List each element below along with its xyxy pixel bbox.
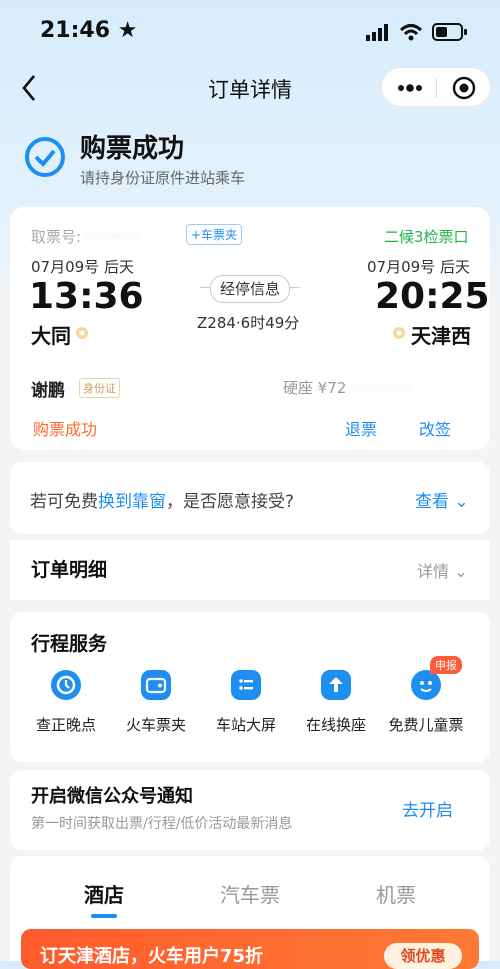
chevron-down-icon: ⌄ <box>454 492 469 512</box>
child-icon <box>411 670 441 700</box>
banner-text: 订天津酒店，火车用户75折 <box>40 946 264 967</box>
train-info: Z284·6时49分 <box>197 314 300 332</box>
depart-time: 13:36 <box>29 276 144 317</box>
close-target-icon[interactable] <box>452 76 476 100</box>
mini-program-capsule <box>381 67 491 107</box>
seat-price-text: 硬座 ¥72 <box>283 379 347 397</box>
service-child-ticket-label: 免费儿童票 <box>388 716 464 734</box>
change-ticket-button[interactable]: 改签 <box>419 416 451 440</box>
service-seat-swap[interactable]: 在线换座 <box>286 670 386 740</box>
offer-text-pre: 若可免费 <box>30 492 98 512</box>
service-child-ticket[interactable]: 申报 免费儿童票 <box>376 656 476 740</box>
service-seat-swap-label: 在线换座 <box>305 716 366 734</box>
active-tab-indicator <box>91 914 117 918</box>
wechat-notify-title: 开启微信公众号通知 <box>31 786 193 807</box>
depart-station[interactable]: 大同 <box>31 320 71 349</box>
location-pin-icon <box>393 327 405 339</box>
service-delay-label: 查正晚点 <box>35 716 96 734</box>
success-subtitle: 请持身份证原件进站乘车 <box>80 169 246 187</box>
arrive-time: 20:25 <box>375 276 490 317</box>
star-icon: ★ <box>117 18 138 43</box>
pickup-number-redacted: ··········· <box>85 228 139 246</box>
wallet-icon <box>141 670 171 700</box>
view-offer-label: 查看 <box>415 492 449 512</box>
arrive-date: 07月09号 后天 <box>367 258 470 276</box>
pickup-number: 取票号: ··········· <box>31 226 138 247</box>
service-wallet-label: 火车票夹 <box>125 716 186 734</box>
seat-price: 硬座 ¥72 ············· <box>283 377 413 398</box>
refund-button[interactable]: 退票 <box>345 416 377 440</box>
battery-icon <box>432 23 467 41</box>
add-wallet-tag[interactable]: +车票夹 <box>186 224 243 245</box>
location-pin-icon <box>76 327 88 339</box>
order-detail-label: 详情 <box>417 562 450 581</box>
service-delay[interactable]: 查正晚点 <box>16 670 116 740</box>
wechat-notify-subtitle: 第一时间获取出票/行程/低价活动最新消息 <box>31 816 293 832</box>
tab-hotel[interactable]: 酒店 <box>84 879 124 908</box>
offer-text-post: ，是否愿意接受? <box>166 492 295 512</box>
more-icon[interactable] <box>396 80 424 96</box>
service-wallet[interactable]: 火车票夹 <box>106 670 206 740</box>
service-station-screen[interactable]: 车站大屏 <box>196 670 296 740</box>
order-detail-title: 订单明细 <box>31 559 108 581</box>
chevron-down-icon: ⌄ <box>454 562 468 581</box>
list-icon <box>231 670 261 700</box>
status-bar: 21:46 ★ <box>0 0 500 64</box>
order-detail-link[interactable]: 详情 ⌄ <box>417 558 468 582</box>
success-check-icon <box>25 137 65 177</box>
claim-coupon-button[interactable]: 领优惠 <box>384 943 462 969</box>
seat-swap-icon <box>321 670 351 700</box>
ticket-status: 购票成功 <box>33 420 98 439</box>
stops-info-button[interactable]: 经停信息 <box>210 275 290 303</box>
enable-notify-button[interactable]: 去开启 <box>402 796 453 821</box>
trip-services-title: 行程服务 <box>31 633 108 655</box>
signal-icon <box>366 24 388 41</box>
clock-icon <box>51 670 81 700</box>
tab-bus[interactable]: 汽车票 <box>220 879 280 908</box>
wifi-icon <box>399 24 423 41</box>
success-title: 购票成功 <box>80 134 185 164</box>
gate-label: 二候3检票口 <box>384 228 469 246</box>
window-seat-question: 若可免费换到靠窗，是否愿意接受? <box>30 487 294 512</box>
seat-number-redacted: ············· <box>351 379 414 397</box>
report-badge: 申报 <box>430 656 462 674</box>
pickup-label: 取票号: <box>31 228 82 246</box>
status-time: 21:46 ★ <box>40 18 138 43</box>
offer-window-link[interactable]: 换到靠窗 <box>98 492 166 512</box>
service-station-screen-label: 车站大屏 <box>215 716 276 734</box>
tab-flight[interactable]: 机票 <box>376 879 416 908</box>
depart-date: 07月09号 后天 <box>31 258 134 276</box>
view-offer-button[interactable]: 查看 ⌄ <box>415 487 469 512</box>
arrive-station[interactable]: 天津西 <box>411 320 471 349</box>
passenger-name: 谢鹏 <box>31 381 65 401</box>
id-card-tag: 身份证 <box>79 378 120 398</box>
